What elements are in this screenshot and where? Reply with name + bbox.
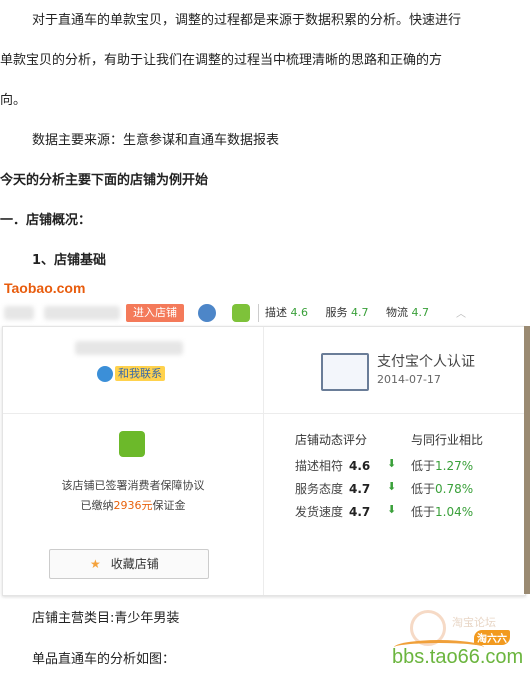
rating-label: 发货速度 (295, 505, 344, 519)
rating-header: 店铺动态评分 (295, 433, 368, 447)
collect-shop-button[interactable]: ★ 收藏店铺 (49, 549, 209, 579)
chat-bubble-icon (97, 366, 113, 382)
section-heading-basics: 1、店铺基础 (32, 253, 107, 268)
score-desc-label: 描述 (265, 306, 287, 319)
taobao-logo: Taobao.com (4, 280, 86, 296)
rating-label: 描述相符 (295, 459, 344, 473)
deposit-prefix: 已缴纳 (80, 499, 114, 512)
compare-header: 与同行业相比 (411, 433, 484, 447)
chevron-up-icon[interactable]: ︿ (456, 305, 466, 320)
rating-row: 描述相符 4.6 ⬇ 低于1.27% (295, 457, 495, 474)
rating-score: 4.7 (349, 505, 371, 519)
divider (3, 413, 525, 414)
blurred-seller-name (75, 341, 183, 355)
watermark-badge: 淘六六 (474, 630, 510, 645)
deposit-text: 已缴纳2936元保证金 (3, 497, 263, 513)
watermark-faint-text: 淘宝论坛 (452, 616, 496, 629)
watermark-url: bbs.tao66.com (392, 646, 524, 668)
intro-line-3: 向。 (0, 93, 27, 108)
compare-word: 低于 (411, 505, 436, 519)
rating-score: 4.6 (349, 459, 371, 473)
compare-word: 低于 (411, 459, 436, 473)
deposit-suffix: 保证金 (152, 499, 186, 512)
score-service-value: 4.7 (351, 306, 369, 319)
collect-shop-label: 收藏店铺 (110, 557, 159, 571)
id-card-icon (321, 353, 369, 391)
score-logistics-value: 4.7 (411, 306, 430, 319)
guarantee-badge-icon (232, 304, 250, 322)
analysis-intro-heading: 今天的分析主要下面的店铺为例开始 (0, 173, 209, 188)
shop-screenshot: Taobao.com 进入店铺 描述 4.6 服务 4.7 物流 4.7 ︿ 和… (0, 278, 531, 598)
analysis-figure-intro: 单品直通车的分析如图： (32, 652, 176, 667)
score-logistics-label: 物流 (386, 306, 408, 319)
shop-top-bar: 进入店铺 描述 4.6 服务 4.7 物流 4.7 ︿ (0, 300, 531, 326)
consumer-guarantee-icon (119, 431, 145, 457)
arrow-down-icon: ⬇ (387, 480, 397, 493)
score-desc-value: 4.6 (290, 306, 309, 319)
guarantee-text: 该店铺已签署消费者保障协议 (61, 479, 205, 492)
contact-seller[interactable]: 和我联系 (97, 365, 165, 382)
rating-row: 发货速度 4.7 ⬇ 低于1.04% (295, 503, 495, 520)
cert-title: 支付宝个人认证 (377, 354, 475, 370)
deposit-amount: 2936元 (113, 499, 153, 512)
score-service-label: 服务 (325, 306, 348, 319)
blurred-shop-name-2 (44, 306, 120, 320)
score-strip: 描述 4.6 服务 4.7 物流 4.7 (258, 304, 443, 322)
cert-date: 2014-07-17 (377, 373, 441, 386)
intro-line-1: 对于直通车的单款宝贝，调整的过程都是来源于数据积累的分析。快速进行 (32, 13, 462, 28)
shop-info-card: 和我联系 支付宝个人认证 2014-07-17 该店铺已签署消费者保障协议 已缴… (2, 326, 526, 596)
contact-label: 和我联系 (115, 366, 165, 381)
side-image-strip (524, 326, 530, 594)
arrow-down-icon: ⬇ (387, 457, 397, 470)
data-source-text: 数据主要来源：生意参谋和直通车数据报表 (32, 133, 280, 148)
compare-percent: 1.04% (435, 505, 474, 519)
alipay-certification: 支付宝个人认证 2014-07-17 (321, 349, 481, 393)
rating-label: 服务态度 (295, 482, 344, 496)
compare-percent: 0.78% (435, 482, 474, 496)
section-heading-overview: 一．店铺概况： (0, 213, 92, 228)
arrow-down-icon: ⬇ (387, 503, 397, 516)
compare-word: 低于 (411, 482, 436, 496)
intro-line-2: 单款宝贝的分析，有助于让我们在调整的过程当中梳理清晰的思路和正确的方 (0, 53, 443, 68)
compare-percent: 1.27% (435, 459, 474, 473)
enter-shop-button[interactable]: 进入店铺 (126, 304, 184, 322)
rating-score: 4.7 (349, 482, 371, 496)
divider (263, 327, 264, 595)
star-icon: ★ (90, 557, 101, 571)
blurred-shop-name (4, 306, 34, 320)
rating-row: 服务态度 4.7 ⬇ 低于0.78% (295, 480, 495, 497)
seller-badge-icon (198, 304, 216, 322)
main-category-text: 店铺主营类目:青少年男装 (32, 611, 180, 626)
